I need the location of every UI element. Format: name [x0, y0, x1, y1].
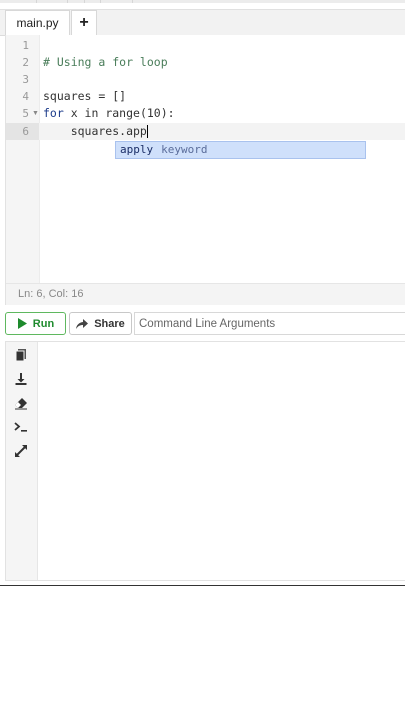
download-icon[interactable] [14, 372, 28, 386]
top-stub [67, 0, 68, 3]
output-sidebar [6, 342, 38, 580]
code-line-6: squares.app [43, 123, 148, 140]
line-number: 6 [22, 125, 29, 138]
expand-icon[interactable] [14, 444, 28, 458]
file-tab-bar: main.py + [0, 9, 405, 36]
bottom-divider [0, 585, 405, 586]
run-button-label: Run [32, 317, 55, 330]
command-line-arguments-input[interactable] [134, 312, 405, 335]
autocomplete-suggestion[interactable]: apply keyword [115, 141, 366, 159]
run-toolbar: Run Share [0, 308, 405, 339]
run-button[interactable]: Run [5, 312, 66, 335]
line-number: 4 [22, 90, 29, 103]
share-button-label: Share [94, 317, 125, 330]
fold-arrow-icon[interactable]: ▼ [32, 105, 39, 122]
text-cursor [146, 125, 148, 138]
tab-main-py[interactable]: main.py [5, 10, 70, 35]
terminal-icon[interactable] [14, 420, 28, 434]
top-stub [84, 0, 85, 3]
play-icon [17, 318, 27, 329]
output-console[interactable] [5, 341, 405, 581]
top-stub [100, 0, 101, 3]
keyword-for: for [43, 106, 64, 120]
eraser-icon[interactable] [14, 396, 28, 410]
line-number: 3 [22, 73, 29, 86]
share-button[interactable]: Share [69, 312, 132, 335]
code-line-5-rest: x in range(10): [63, 106, 175, 120]
code-line-4: squares = [] [43, 89, 127, 103]
code-editor[interactable]: 1 2 3 4 5 ▼ 6 # Using a for loop squares… [5, 35, 405, 305]
autocomplete-word: apply [120, 143, 154, 156]
line-number: 1 [22, 39, 29, 52]
line-number: 5 [22, 107, 29, 120]
autocomplete-kind: keyword [161, 143, 208, 156]
line-number: 2 [22, 56, 29, 69]
code-line-6-text: squares.app [43, 124, 147, 138]
share-arrow-icon [76, 318, 89, 329]
code-line-5: for x in range(10): [43, 105, 175, 122]
code-line-2: # Using a for loop [43, 55, 168, 69]
cursor-position-status: Ln: 6, Col: 16 [6, 283, 405, 305]
top-stub [36, 0, 37, 3]
top-strip [0, 0, 405, 3]
add-file-button[interactable]: + [71, 10, 97, 35]
copy-icon[interactable] [14, 348, 28, 362]
top-stub [132, 0, 133, 3]
